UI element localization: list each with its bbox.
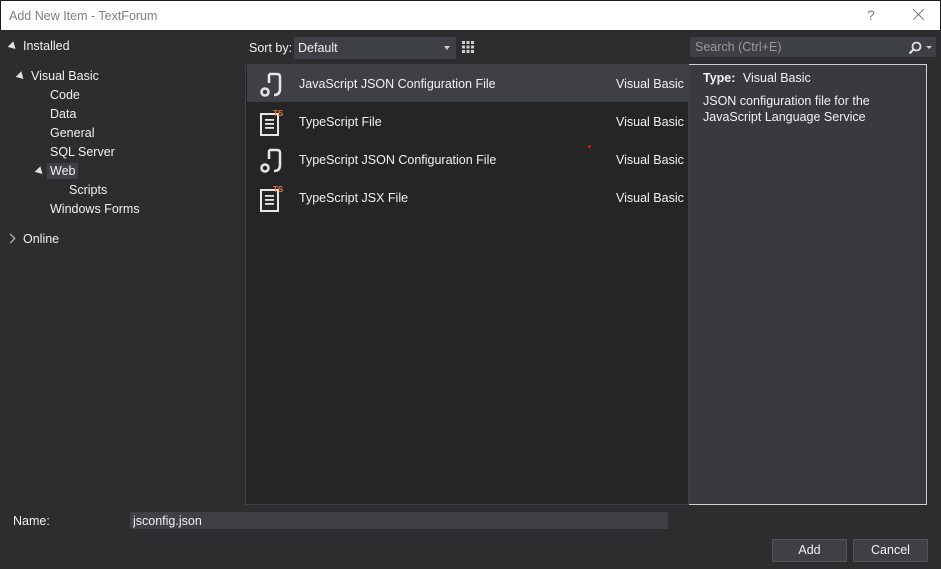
template-language: Visual Basic <box>616 153 684 167</box>
template-language: Visual Basic <box>616 191 684 205</box>
search-box[interactable] <box>690 37 936 57</box>
title-bar: Add New Item - TextForum ? <box>0 0 941 31</box>
name-label: Name: <box>13 514 50 528</box>
expand-triangle-icon[interactable] <box>15 71 27 82</box>
sort-by-dropdown[interactable]: Default <box>294 37 456 59</box>
details-pane: Type: Visual Basic JSON configuration fi… <box>690 64 936 505</box>
template-name: JavaScript JSON Configuration File <box>299 77 496 91</box>
template-name: TypeScript File <box>299 115 382 129</box>
expand-triangle-icon[interactable] <box>34 166 46 177</box>
type-value: Visual Basic <box>742 71 811 85</box>
red-dot-marker <box>588 145 591 148</box>
search-icon[interactable] <box>907 40 923 56</box>
search-input[interactable] <box>695 40 900 54</box>
help-button[interactable]: ? <box>867 7 875 23</box>
template-description: JSON configuration file for the JavaScri… <box>703 94 870 124</box>
close-button[interactable] <box>909 5 929 25</box>
template-name: TypeScript JSON Configuration File <box>299 153 497 167</box>
template-item[interactable]: TypeScript JSON Configuration File Visua… <box>247 141 688 178</box>
dialog-body: Installed Visual Basic Code Data General… <box>0 30 941 569</box>
template-item[interactable]: TS TypeScript File Visual Basic <box>247 103 688 140</box>
sort-by-value: Default <box>298 41 338 55</box>
cancel-button[interactable]: Cancel <box>853 539 928 562</box>
tree-node-windows-forms[interactable]: Windows Forms <box>50 202 140 216</box>
grid-view-icon <box>462 41 474 53</box>
template-language: Visual Basic <box>616 77 684 91</box>
template-name: TypeScript JSX File <box>299 191 409 205</box>
name-input[interactable] <box>133 514 653 528</box>
search-options-arrow-icon[interactable] <box>926 46 932 49</box>
small-icons-view-button[interactable] <box>458 37 478 57</box>
json-config-icon <box>260 72 282 97</box>
category-tree: Installed Visual Basic Code Data General… <box>0 30 244 505</box>
name-field[interactable] <box>130 512 668 529</box>
tree-node-data[interactable]: Data <box>50 107 76 121</box>
json-config-icon <box>260 148 282 173</box>
template-list[interactable]: JavaScript JSON Configuration File Visua… <box>245 64 689 505</box>
svg-text:TS: TS <box>273 109 284 118</box>
window-title: Add New Item - TextForum <box>9 9 158 23</box>
type-line: Type: Visual Basic <box>703 71 811 85</box>
add-button[interactable]: Add <box>772 539 847 562</box>
svg-text:TS: TS <box>273 185 284 194</box>
tree-node-scripts[interactable]: Scripts <box>69 183 107 197</box>
typescript-file-icon: TS <box>260 109 284 136</box>
dropdown-arrow-icon <box>444 46 450 50</box>
template-item[interactable]: TS TypeScript JSX File Visual Basic <box>247 179 688 216</box>
tree-node-visual-basic[interactable]: Visual Basic <box>31 69 99 83</box>
template-language: Visual Basic <box>616 115 684 129</box>
collapse-triangle-icon[interactable] <box>5 233 16 244</box>
template-item[interactable]: JavaScript JSON Configuration File Visua… <box>247 65 688 102</box>
type-label: Type: <box>703 71 736 85</box>
tree-node-installed[interactable]: Installed <box>23 39 70 53</box>
tree-node-online[interactable]: Online <box>23 232 59 246</box>
typescript-file-icon: TS <box>260 185 284 212</box>
sort-by-label: Sort by: <box>249 41 293 55</box>
tree-node-general[interactable]: General <box>50 126 94 140</box>
tree-node-web[interactable]: Web <box>47 163 79 179</box>
tree-node-sql-server[interactable]: SQL Server <box>50 145 115 159</box>
expand-triangle-icon[interactable] <box>7 41 19 52</box>
tree-node-code[interactable]: Code <box>50 88 80 102</box>
